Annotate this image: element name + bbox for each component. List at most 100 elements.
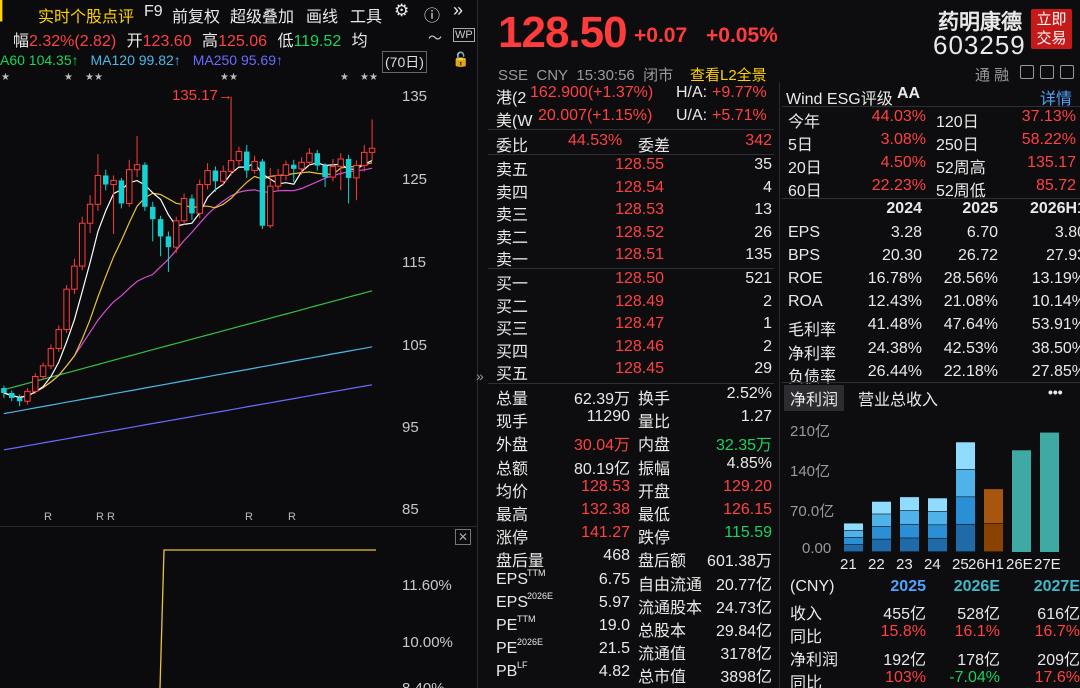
candle-body[interactable]: [180, 198, 188, 222]
lower-tick: 8.40%: [402, 680, 445, 688]
metric-value: 10.14%: [1031, 293, 1080, 311]
candle-body[interactable]: [55, 329, 62, 349]
bar-x-tick: 26E: [1006, 556, 1033, 573]
candle-body[interactable]: [212, 170, 219, 182]
star-marker: ★: [340, 72, 349, 83]
tab-revenue[interactable]: 营业总收入: [858, 386, 938, 410]
more-icon[interactable]: •••: [1048, 384, 1063, 400]
ma-row: A60 104.35↑ MA120 99.82↑ MA250 95.69↑: [0, 52, 283, 68]
wp-icon[interactable]: WP: [453, 28, 475, 42]
metric-value: 22.18%: [943, 362, 998, 380]
gear-icon[interactable]: ⚙: [394, 1, 409, 21]
toolbar-item-f9[interactable]: F9: [144, 3, 163, 21]
toolbar-item-stock-comment[interactable]: 实时个股点评: [38, 3, 134, 27]
candle-body[interactable]: [329, 165, 337, 178]
candle-body[interactable]: [71, 265, 78, 290]
ask-price: 128.53: [615, 201, 664, 218]
expand-icon[interactable]: »: [476, 368, 484, 384]
candle-body[interactable]: [47, 347, 55, 367]
candle-body[interactable]: [103, 175, 109, 185]
tab-net-profit[interactable]: 净利润: [784, 385, 845, 411]
help-icon[interactable]: ⓘ: [424, 2, 440, 26]
close-icon[interactable]: ✕: [455, 529, 471, 545]
candle-body[interactable]: [142, 164, 148, 207]
candle-body[interactable]: [86, 203, 94, 224]
profit-bar-segment: [900, 497, 919, 511]
stat-value: 5.97: [598, 593, 630, 611]
forecast-value: 178亿: [957, 652, 1000, 669]
candle-body[interactable]: [1, 388, 7, 393]
candle-body[interactable]: [126, 169, 133, 204]
candle-body[interactable]: [235, 151, 243, 162]
esg-value: AA: [897, 85, 921, 102]
candle-body[interactable]: [39, 365, 47, 378]
candle-body[interactable]: [361, 151, 368, 167]
candle-body[interactable]: [133, 164, 141, 171]
candle-body[interactable]: [298, 161, 305, 170]
candle-body[interactable]: [165, 236, 172, 248]
candle-body[interactable]: [291, 164, 297, 169]
return-label: 5日: [788, 137, 813, 154]
forecast-label: 收入: [790, 606, 823, 623]
toolbar-item-overlay[interactable]: 超级叠加: [230, 3, 294, 27]
bar-x-tick: 24: [924, 556, 941, 573]
candle-body[interactable]: [32, 376, 39, 392]
candle-body[interactable]: [306, 152, 313, 163]
candle-body[interactable]: [9, 392, 15, 398]
bar-x-tick: 22: [868, 556, 885, 573]
star-marker: ★: [1, 72, 10, 83]
lock-icon[interactable]: 🔓: [452, 51, 469, 68]
candle-body[interactable]: [189, 198, 195, 214]
candle-body[interactable]: [353, 165, 360, 179]
edit-icon[interactable]: [1020, 65, 1034, 79]
stat-value: 24.73亿: [715, 599, 772, 617]
candle-body[interactable]: [220, 170, 227, 182]
kline-svg[interactable]: [0, 85, 398, 525]
candle-body[interactable]: [274, 174, 282, 187]
candle-body[interactable]: [150, 206, 156, 220]
return-label: 120日: [936, 114, 979, 131]
candle-body[interactable]: [345, 158, 352, 178]
trade-button[interactable]: 立即交易: [1031, 9, 1072, 49]
ma5-line: [3, 160, 373, 399]
candle-body[interactable]: [63, 288, 70, 331]
candle-body[interactable]: [204, 170, 211, 186]
metric-value: 3.28: [890, 224, 922, 241]
stat-label: PE: [496, 617, 518, 634]
menu-icon[interactable]: ▌: [0, 0, 9, 21]
return-value: 37.13%: [1021, 108, 1076, 125]
candle-body[interactable]: [337, 158, 344, 167]
stat-value: 3898亿: [720, 669, 772, 687]
candle-body[interactable]: [267, 185, 274, 227]
toolbar-item-tools[interactable]: 工具: [350, 3, 382, 27]
candle-body[interactable]: [173, 220, 180, 248]
candle-body[interactable]: [24, 390, 31, 402]
kline-chart-panel[interactable]: ▌ 实时个股点评 F9 前复权 超级叠加 画线 工具 ⚙ ⓘ » 幅2.32%(…: [0, 0, 478, 688]
candle-body[interactable]: [196, 184, 203, 214]
window-icon[interactable]: [1040, 65, 1054, 79]
candle-body[interactable]: [259, 161, 266, 226]
wave-icon[interactable]: 〜: [428, 28, 442, 48]
stat-value: 3178亿: [720, 646, 772, 664]
candle-body[interactable]: [314, 153, 320, 166]
candle-body[interactable]: [244, 151, 250, 171]
candle-body[interactable]: [227, 160, 235, 172]
collapse-icon[interactable]: »: [453, 0, 463, 21]
toolbar-item-adjust[interactable]: 前复权: [172, 3, 220, 27]
year-header: 2024: [886, 200, 922, 217]
grid-icon[interactable]: [1060, 65, 1074, 79]
toolbar-item-draw[interactable]: 画线: [306, 3, 338, 27]
candle-body[interactable]: [110, 179, 117, 186]
candle-body[interactable]: [118, 180, 125, 204]
candle-body[interactable]: [16, 397, 23, 402]
candle-body[interactable]: [79, 222, 86, 267]
candle-body[interactable]: [368, 147, 376, 153]
candle-body[interactable]: [251, 160, 258, 172]
period-selector[interactable]: (70日): [382, 51, 427, 73]
ask-label: 卖五: [496, 162, 529, 179]
candle-body[interactable]: [322, 165, 328, 178]
candle-body[interactable]: [94, 174, 102, 205]
candle-body[interactable]: [282, 164, 290, 176]
candle-body[interactable]: [157, 219, 164, 237]
ua-label: U/A:: [676, 107, 708, 124]
